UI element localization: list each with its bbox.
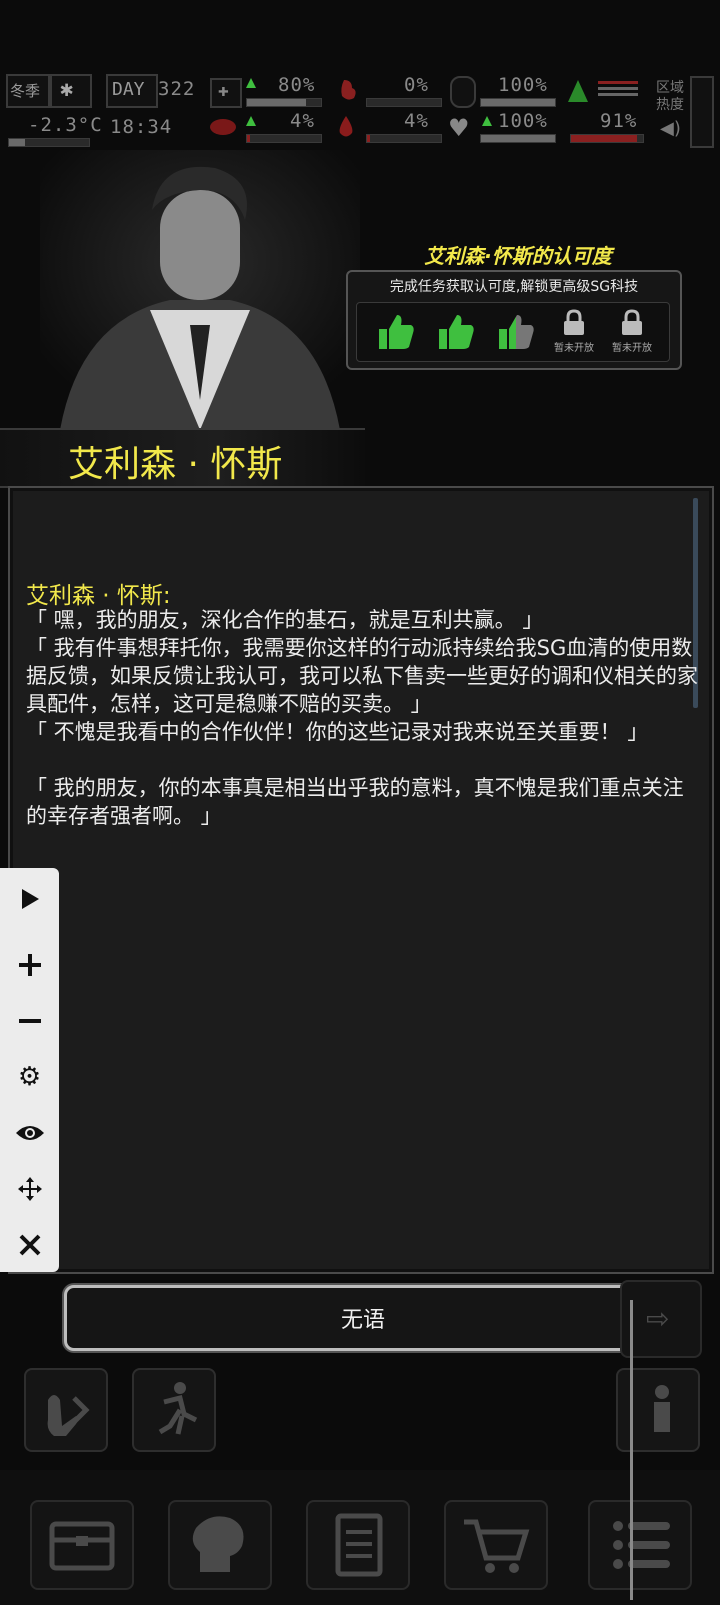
clock-readout: 18:34	[110, 116, 173, 138]
signal-lines-icon	[598, 78, 638, 104]
dialog-box[interactable]: 艾利森 · 怀斯: 「 嘿，我的朋友，深化合作的基石，就是互利共赢。 」 「 我…	[8, 486, 714, 1274]
up-arrow-icon-2	[246, 116, 256, 126]
stat5-pct: 4%	[404, 110, 429, 132]
stat5-bar	[366, 134, 442, 143]
interact-action-button[interactable]	[24, 1368, 108, 1452]
lock-icon: 暂未开放	[549, 309, 599, 355]
season-label: 冬季	[10, 82, 41, 100]
approval-panel: 完成任务获取认可度,解锁更高级SG科技 暂未开放 暂未开放	[346, 270, 682, 370]
character-name: 艾利森 · 怀斯	[68, 444, 283, 485]
stamina-pct: 100%	[498, 74, 548, 96]
day-badge: DAY	[106, 74, 158, 108]
speaker-icon: ◀)	[660, 118, 681, 139]
gear-icon[interactable]: ⚙	[0, 1052, 59, 1102]
brain-icon[interactable]	[168, 1500, 272, 1590]
up-arrow-icon	[246, 78, 256, 88]
shopping-cart-icon[interactable]	[444, 1500, 548, 1590]
lock-icon: 暂未开放	[607, 309, 657, 355]
hunger-pct: 0%	[404, 74, 429, 96]
minus-icon[interactable]	[0, 996, 59, 1046]
drag-guide-line	[630, 1300, 633, 1600]
energy-bar	[570, 134, 644, 143]
blood-drop-icon	[336, 114, 356, 140]
move-icon[interactable]	[0, 1164, 59, 1214]
dialog-line: 「 嘿，我的朋友，深化合作的基石，就是互利共赢。 」	[26, 608, 544, 632]
character-name-banner: 艾利森 · 怀斯	[0, 428, 365, 488]
dialog-line: 「 不愧是我看中的合作伙伴！你的这些记录对我来说至关重要！ 」	[26, 720, 649, 744]
approval-levels: 暂未开放 暂未开放	[356, 302, 670, 362]
locked-level-label: 暂未开放	[612, 343, 652, 354]
character-portrait	[40, 150, 360, 430]
sleep-icon	[566, 76, 590, 104]
stamina-bar	[480, 98, 556, 107]
water-drop-icon	[450, 76, 476, 108]
heart-icon: ♥	[448, 114, 470, 142]
run-action-button[interactable]	[132, 1368, 216, 1452]
floating-tool-panel: ⚙	[0, 868, 59, 1272]
disease-icon	[208, 116, 238, 138]
mood-pct: 100%	[498, 110, 548, 132]
energy-pct: 91%	[600, 110, 638, 132]
hunger-bar	[366, 98, 442, 107]
up-arrow-icon-3	[482, 116, 492, 126]
stat4-pct: 4%	[290, 110, 315, 132]
status-bar: 冬季 ✱ -2.3°C DAY 322 18:34 ✚ 80% 0% 100% …	[0, 70, 720, 150]
temperature-readout: -2.3°C	[28, 114, 103, 136]
plus-icon[interactable]	[0, 940, 59, 990]
menu-icon[interactable]	[588, 1500, 692, 1590]
zone-heat-label: 区域热度	[656, 80, 684, 113]
dialog-speaker: 艾利森 · 怀斯:	[26, 583, 171, 609]
eye-icon[interactable]	[0, 1108, 59, 1158]
special-action-button[interactable]	[616, 1368, 700, 1452]
mood-bar	[480, 134, 556, 143]
health-bar	[246, 98, 322, 107]
stomach-icon	[338, 78, 360, 102]
stat4-bar	[246, 134, 322, 143]
thumbs-up-icon	[435, 311, 477, 353]
thumbs-up-icon	[375, 311, 417, 353]
season-badge: 冬季	[6, 74, 50, 108]
approval-subtitle: 完成任务获取认可度,解锁更高级SG科技	[389, 279, 639, 295]
day-label: DAY	[112, 79, 145, 100]
journal-icon[interactable]	[306, 1500, 410, 1590]
locked-level-label: 暂未开放	[554, 343, 594, 354]
zone-heat-meter	[690, 76, 714, 148]
chest-icon[interactable]	[30, 1500, 134, 1590]
approval-title: 艾利森·怀斯的认可度	[424, 244, 612, 268]
medkit-icon: ✚	[210, 78, 242, 108]
snowflake-icon: ✱	[50, 74, 92, 108]
thumbs-up-partial-icon	[495, 311, 537, 353]
health-pct: 80%	[278, 74, 316, 96]
temperature-bar	[8, 138, 90, 147]
dialog-line: 「 我的朋友，你的本事真是相当出乎我的意料，真不愧是我们重点关注的幸存者强者啊。…	[26, 776, 684, 828]
play-icon[interactable]	[0, 874, 59, 924]
dialog-line: 「 我有件事想拜托你，我需要你这样的行动派持续给我SG血清的使用数据反馈，如果反…	[26, 636, 698, 716]
reply-button[interactable]: 无语	[64, 1285, 662, 1351]
day-number: 322	[158, 78, 196, 100]
close-icon[interactable]	[0, 1220, 59, 1270]
